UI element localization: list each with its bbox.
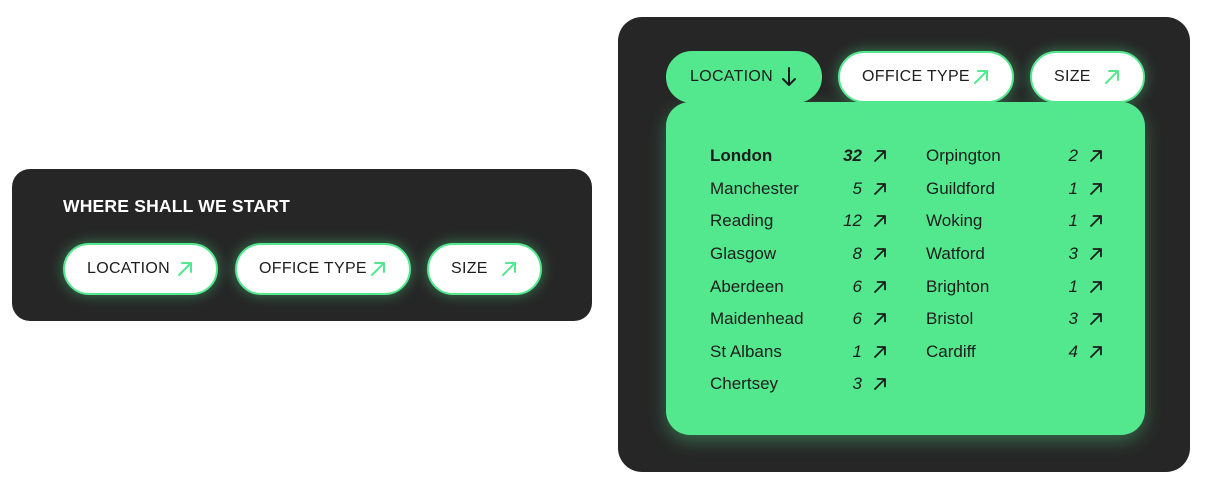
location-option-woking[interactable]: Woking 1 [926, 205, 1104, 238]
location-option-orpington[interactable]: Orpington 2 [926, 140, 1104, 173]
location-name: Watford [926, 244, 985, 264]
location-name: Maidenhead [710, 309, 804, 329]
size-filter-label: SIZE [1054, 68, 1091, 85]
filter-card-expanded: London 32 Manchester 5 Reading 12 Glasgow 8 Aber… [618, 17, 1190, 472]
location-name: Chertsey [710, 374, 779, 394]
arrow-up-right-icon [176, 260, 194, 278]
size-filter-label: SIZE [451, 260, 488, 277]
arrow-up-right-icon [872, 311, 888, 327]
location-filter-label: LOCATION [690, 68, 774, 85]
location-name: Reading [710, 211, 774, 231]
arrow-up-right-icon [1088, 148, 1104, 164]
location-count: 3 [852, 374, 862, 394]
arrow-down-icon [780, 66, 798, 88]
location-option-maidenhead[interactable]: Maidenhead 6 [710, 303, 888, 336]
arrow-up-right-icon [1103, 68, 1121, 86]
location-name: Orpington [926, 146, 1001, 166]
office-type-filter-label: OFFICE TYPE [259, 260, 367, 277]
location-count: 1 [1068, 276, 1078, 296]
arrow-up-right-icon [872, 279, 888, 295]
location-name: Glasgow [710, 244, 777, 264]
location-option-reading[interactable]: Reading 12 [710, 205, 888, 238]
location-option-manchester[interactable]: Manchester 5 [710, 173, 888, 206]
location-option-brighton[interactable]: Brighton 1 [926, 270, 1104, 303]
card-title: WHERE SHALL WE START [63, 196, 290, 216]
location-name: Brighton [926, 276, 990, 296]
office-type-filter-label: OFFICE TYPE [862, 68, 970, 85]
arrow-up-right-icon [1088, 246, 1104, 262]
location-name: Cardiff [926, 341, 976, 361]
location-count: 8 [852, 244, 862, 264]
office-type-filter-button[interactable]: OFFICE TYPE [235, 243, 411, 295]
arrow-up-right-icon [972, 68, 990, 86]
location-name: Bristol [926, 309, 974, 329]
location-option-bristol[interactable]: Bristol 3 [926, 303, 1104, 336]
location-option-london[interactable]: London 32 [710, 140, 888, 173]
arrow-up-right-icon [872, 344, 888, 360]
arrow-up-right-icon [872, 181, 888, 197]
location-option-chertsey[interactable]: Chertsey 3 [710, 368, 888, 401]
location-count: 3 [1068, 244, 1078, 264]
location-count: 32 [843, 146, 862, 166]
arrow-up-right-icon [872, 148, 888, 164]
arrow-up-right-icon [1088, 213, 1104, 229]
location-count: 1 [852, 341, 862, 361]
arrow-up-right-icon [1088, 279, 1104, 295]
location-list-column-2: Orpington 2 Guildford 1 Woking 1 Watford 3 Brigh… [926, 140, 1104, 368]
location-filter-button-active[interactable]: LOCATION [666, 51, 822, 103]
arrow-up-right-icon [872, 213, 888, 229]
arrow-up-right-icon [872, 376, 888, 392]
location-option-watford[interactable]: Watford 3 [926, 238, 1104, 271]
location-option-guildford[interactable]: Guildford 1 [926, 173, 1104, 206]
arrow-up-right-icon [500, 260, 518, 278]
arrow-up-right-icon [1088, 344, 1104, 360]
arrow-up-right-icon [1088, 311, 1104, 327]
location-option-aberdeen[interactable]: Aberdeen 6 [710, 270, 888, 303]
location-list-column-1: London 32 Manchester 5 Reading 12 Glasgow 8 Aber… [710, 140, 888, 401]
arrow-up-right-icon [1088, 181, 1104, 197]
location-name: Guildford [926, 178, 995, 198]
size-filter-button[interactable]: SIZE [1030, 51, 1145, 103]
location-filter-button[interactable]: LOCATION [63, 243, 218, 295]
location-filter-label: LOCATION [87, 260, 171, 277]
location-option-st-albans[interactable]: St Albans 1 [710, 336, 888, 369]
office-type-filter-button[interactable]: OFFICE TYPE [838, 51, 1014, 103]
filter-card-collapsed: WHERE SHALL WE START LOCATION OFFICE TYP… [12, 169, 592, 321]
location-option-glasgow[interactable]: Glasgow 8 [710, 238, 888, 271]
location-name: Woking [926, 211, 983, 231]
location-name: London [710, 146, 773, 166]
arrow-up-right-icon [369, 260, 387, 278]
location-count: 6 [852, 276, 862, 296]
location-count: 6 [852, 309, 862, 329]
location-count: 2 [1068, 146, 1078, 166]
location-count: 4 [1068, 341, 1078, 361]
location-count: 1 [1068, 211, 1078, 231]
location-count: 5 [852, 178, 862, 198]
location-count: 3 [1068, 309, 1078, 329]
size-filter-button[interactable]: SIZE [427, 243, 542, 295]
location-name: Manchester [710, 178, 799, 198]
location-name: St Albans [710, 341, 782, 361]
location-dropdown-panel: London 32 Manchester 5 Reading 12 Glasgow 8 Aber… [666, 102, 1145, 435]
location-option-cardiff[interactable]: Cardiff 4 [926, 336, 1104, 369]
arrow-up-right-icon [872, 246, 888, 262]
location-count: 12 [843, 211, 862, 231]
location-name: Aberdeen [710, 276, 784, 296]
location-count: 1 [1068, 178, 1078, 198]
